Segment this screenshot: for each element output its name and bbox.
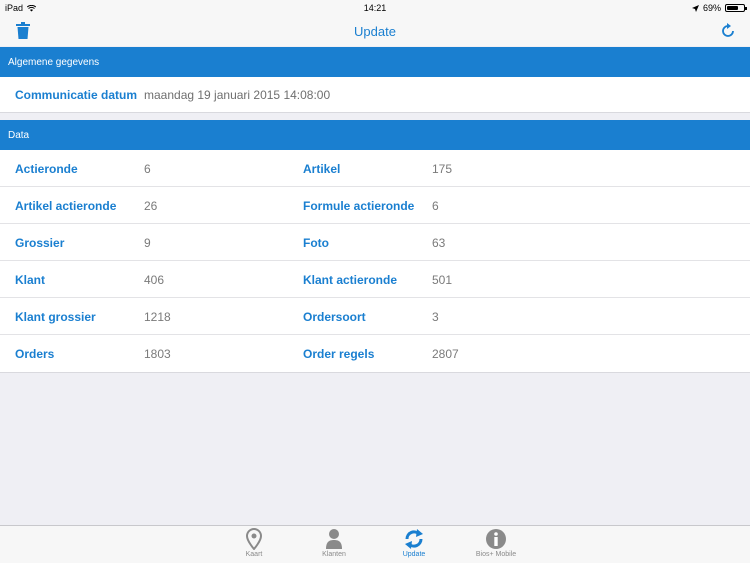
page-title: Update xyxy=(354,24,396,39)
tab-label: Klanten xyxy=(322,551,346,558)
row-value: 2807 xyxy=(432,347,459,361)
status-bar: iPad 14:21 69% xyxy=(0,0,750,16)
row-value: 6 xyxy=(144,162,151,176)
tab-kaart[interactable]: Kaart xyxy=(224,528,284,558)
table-row: Grossier 9 Foto 63 xyxy=(0,224,750,261)
row-value: 1218 xyxy=(144,310,171,324)
table-row: Artikel actieronde 26 Formule actieronde… xyxy=(0,187,750,224)
person-icon xyxy=(326,529,342,549)
clock: 14:21 xyxy=(363,3,387,13)
row-value: 501 xyxy=(432,273,453,287)
tab-label: Bios+ Mobile xyxy=(475,551,517,558)
tab-klanten[interactable]: Klanten xyxy=(304,528,364,558)
row-label: Foto xyxy=(303,236,329,250)
table-row: Actieronde 6 Artikel 175 xyxy=(0,150,750,187)
battery-percent: 69% xyxy=(702,3,721,13)
row-value: 175 xyxy=(432,162,453,176)
row-label: Klant xyxy=(15,273,45,287)
row-label: Artikel xyxy=(303,162,341,176)
row-value: 406 xyxy=(144,273,165,287)
tab-bar: Kaart Klanten Update Bios+ Mobile xyxy=(0,525,750,563)
tab-bios-mobile[interactable]: Bios+ Mobile xyxy=(466,528,526,558)
row-value: 1803 xyxy=(144,347,171,361)
navigation-bar: Update xyxy=(0,16,750,46)
row-value: 26 xyxy=(144,199,158,213)
info-icon xyxy=(486,529,506,549)
data-table: Actieronde 6 Artikel 175 Artikel actiero… xyxy=(0,150,750,373)
location-arrow-icon xyxy=(691,4,699,12)
row-value: 9 xyxy=(144,236,151,250)
tab-update[interactable]: Update xyxy=(384,528,444,558)
row-label: Ordersoort xyxy=(303,310,366,324)
row-label: Klant grossier xyxy=(15,310,96,324)
row-value: 6 xyxy=(432,199,439,213)
table-row: Orders 1803 Order regels 2807 xyxy=(0,335,750,372)
section-header-data: Data xyxy=(0,120,750,150)
communication-date-label: Communicatie datum xyxy=(15,88,138,102)
refresh-icon xyxy=(405,529,423,549)
row-label: Formule actieronde xyxy=(303,199,415,213)
map-pin-icon xyxy=(245,528,263,550)
table-row: Klant 406 Klant actieronde 501 xyxy=(0,261,750,298)
section-header-general: Algemene gegevens xyxy=(0,47,750,77)
row-label: Klant actieronde xyxy=(303,273,398,287)
battery-fill xyxy=(727,6,739,10)
row-label: Artikel actieronde xyxy=(15,199,117,213)
general-list: Communicatie datum maandag 19 januari 20… xyxy=(0,77,750,113)
table-row: Klant grossier 1218 Ordersoort 3 xyxy=(0,298,750,335)
row-label: Actieronde xyxy=(15,162,78,176)
row-value: 3 xyxy=(432,310,439,324)
row-value: 63 xyxy=(432,236,446,250)
battery-icon xyxy=(725,4,747,12)
communication-date-value: maandag 19 januari 2015 14:08:00 xyxy=(144,88,331,102)
row-label: Grossier xyxy=(15,236,65,250)
row-label: Orders xyxy=(15,347,55,361)
tab-label: Update xyxy=(402,551,426,558)
refresh-button[interactable] xyxy=(720,22,736,40)
list-item: Communicatie datum maandag 19 januari 20… xyxy=(0,77,750,112)
tab-label: Kaart xyxy=(245,551,263,558)
row-label: Order regels xyxy=(303,347,375,361)
